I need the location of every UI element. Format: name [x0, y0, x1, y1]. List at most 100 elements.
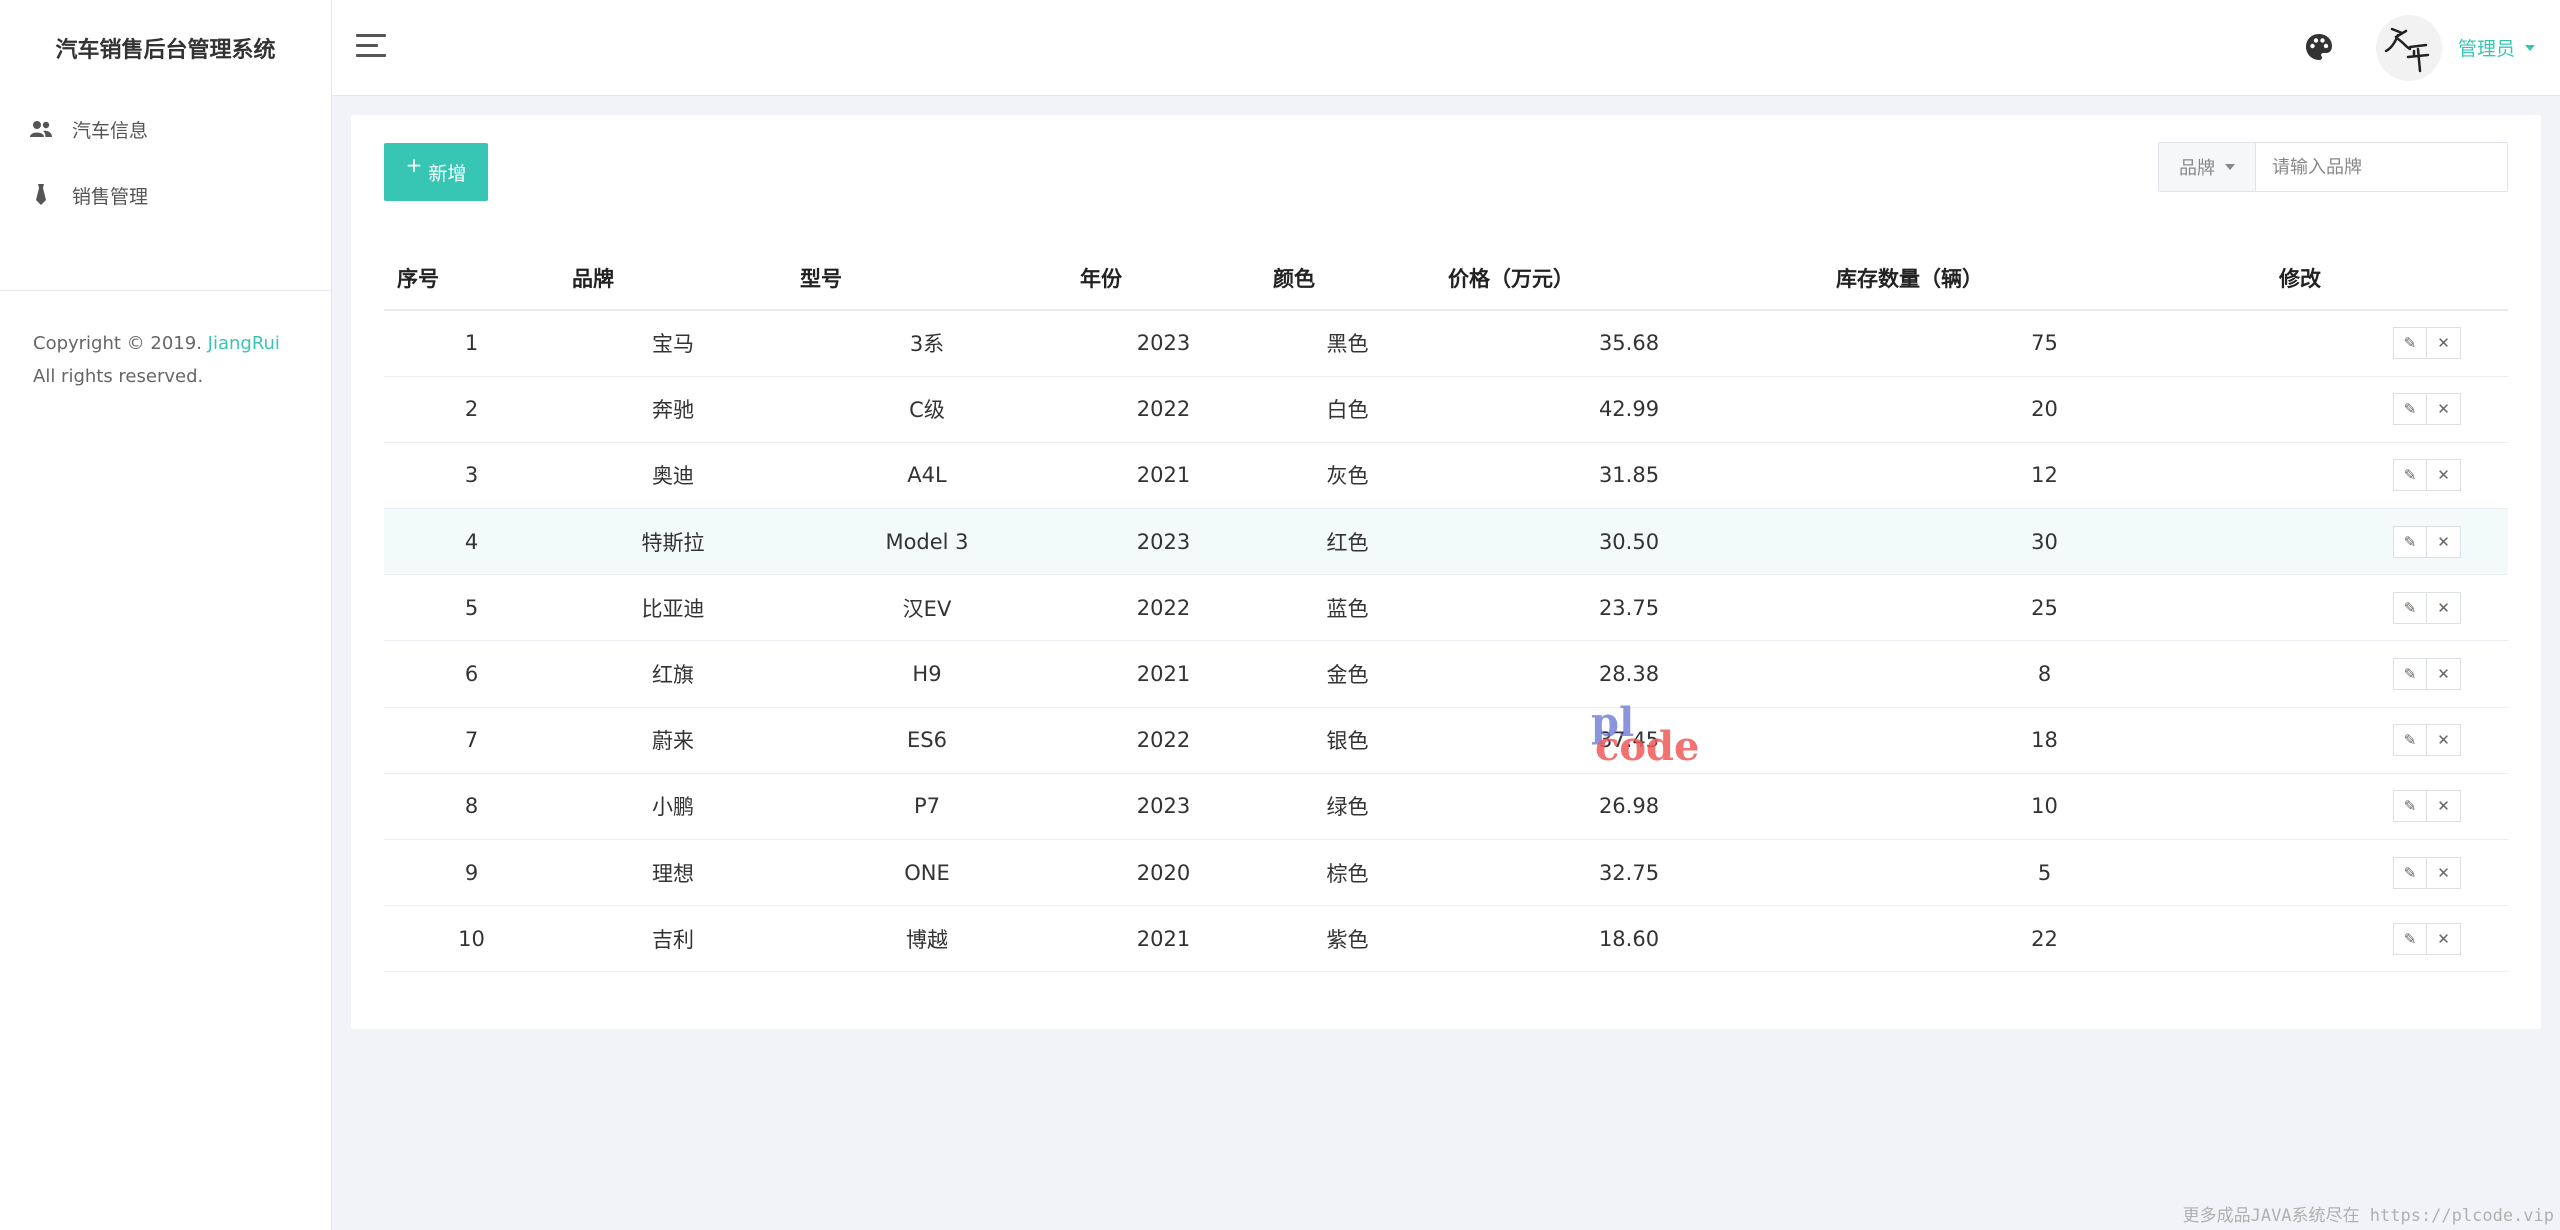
table-header-row: 序号 品牌 型号 年份 颜色 价格（万元） 库存数量（辆） 修改: [384, 246, 2508, 311]
cell-no: 6: [384, 640, 559, 708]
pencil-icon[interactable]: ✎: [2393, 591, 2427, 624]
cell-model: 汉EV: [787, 574, 1067, 642]
cell-stock: 75: [1823, 310, 2266, 377]
palette-icon[interactable]: [2304, 32, 2334, 62]
sidebar-item-label: 汽车信息: [72, 119, 149, 142]
table-row: 4 特斯拉 Model 3 2023 红色 30.50 30 ✎ ✕: [384, 508, 2508, 576]
close-icon[interactable]: ✕: [2427, 856, 2461, 889]
cell-price: 31.85: [1435, 442, 1823, 510]
cell-color: 灰色: [1260, 442, 1435, 510]
table-row: 6 红旗 H9 2021 金色 28.38 8 ✎ ✕: [384, 640, 2508, 708]
chevron-down-icon: [2225, 164, 2235, 170]
cell-brand: 小鹏: [559, 773, 787, 841]
menu-toggle-icon[interactable]: [356, 34, 386, 60]
cell-brand: 理想: [559, 839, 787, 907]
pencil-icon[interactable]: ✎: [2393, 393, 2427, 426]
pencil-icon[interactable]: ✎: [2393, 525, 2427, 558]
pencil-icon[interactable]: ✎: [2393, 459, 2427, 492]
table-row: 9 理想 ONE 2020 棕色 32.75 5 ✎ ✕: [384, 839, 2508, 907]
cell-actions: ✎ ✕: [2266, 839, 2508, 907]
cell-brand: 蔚来: [559, 707, 787, 774]
sidebar-item-sales[interactable]: 销售管理: [0, 162, 331, 228]
close-icon[interactable]: ✕: [2427, 327, 2461, 360]
cell-no: 3: [384, 442, 559, 510]
cell-no: 7: [384, 707, 559, 774]
add-button[interactable]: + 新增: [384, 143, 488, 201]
cell-stock: 20: [1823, 376, 2266, 443]
row-actions: ✎ ✕: [2266, 922, 2508, 955]
close-icon[interactable]: ✕: [2427, 591, 2461, 624]
cell-no: 1: [384, 310, 559, 377]
row-actions: ✎ ✕: [2266, 525, 2508, 558]
copyright: Copyright © 2019. JiangRui All rights re…: [0, 291, 331, 393]
cell-actions: ✎ ✕: [2266, 310, 2508, 377]
column-header[interactable]: 价格（万元）: [1435, 246, 1823, 311]
cell-price: 18.60: [1435, 905, 1823, 973]
cell-model: ONE: [787, 839, 1067, 907]
close-icon[interactable]: ✕: [2427, 525, 2461, 558]
close-icon[interactable]: ✕: [2427, 724, 2461, 757]
search-input[interactable]: [2256, 143, 2507, 191]
copyright-link[interactable]: JiangRui: [208, 333, 280, 354]
pencil-icon[interactable]: ✎: [2393, 658, 2427, 691]
column-header[interactable]: 型号: [787, 246, 1067, 311]
column-header[interactable]: 库存数量（辆）: [1823, 246, 2266, 311]
cell-brand: 奥迪: [559, 442, 787, 510]
cell-model: Model 3: [787, 508, 1067, 576]
cell-model: H9: [787, 640, 1067, 708]
cell-price: 42.99: [1435, 376, 1823, 443]
search-field-select[interactable]: 品牌: [2159, 143, 2256, 191]
cell-color: 棕色: [1260, 839, 1435, 907]
table-row: 1 宝马 3系 2023 黑色 35.68 75 ✎ ✕: [384, 310, 2508, 377]
cell-stock: 10: [1823, 773, 2266, 841]
row-actions: ✎ ✕: [2266, 856, 2508, 889]
cell-color: 白色: [1260, 376, 1435, 443]
cell-no: 4: [384, 508, 559, 576]
avatar[interactable]: [2376, 15, 2442, 81]
cell-stock: 18: [1823, 707, 2266, 774]
cell-model: 博越: [787, 905, 1067, 973]
pencil-icon[interactable]: ✎: [2393, 856, 2427, 889]
user-menu[interactable]: 管理员: [2458, 34, 2536, 61]
top-header: 管理员: [332, 0, 2560, 96]
pencil-icon[interactable]: ✎: [2393, 327, 2427, 360]
row-actions: ✎ ✕: [2266, 658, 2508, 691]
cell-no: 8: [384, 773, 559, 841]
close-icon[interactable]: ✕: [2427, 459, 2461, 492]
row-actions: ✎ ✕: [2266, 724, 2508, 757]
close-icon[interactable]: ✕: [2427, 658, 2461, 691]
column-header[interactable]: 年份: [1067, 246, 1260, 311]
content-card: + 新增 品牌 序号 品牌 型号 年份 颜色 价格（万元） 库存数量（辆） 修改: [351, 115, 2541, 1029]
column-header[interactable]: 序号: [384, 246, 559, 311]
cell-model: P7: [787, 773, 1067, 841]
cell-actions: ✎ ✕: [2266, 376, 2508, 443]
cell-year: 2023: [1067, 310, 1260, 377]
cell-actions: ✎ ✕: [2266, 442, 2508, 510]
close-icon[interactable]: ✕: [2427, 922, 2461, 955]
car-table: 序号 品牌 型号 年份 颜色 价格（万元） 库存数量（辆） 修改 1 宝马 3系 20…: [384, 246, 2508, 973]
sidebar-item-car-info[interactable]: 汽车信息: [0, 96, 331, 162]
pencil-icon[interactable]: ✎: [2393, 922, 2427, 955]
watermark-logo: pl code: [1591, 703, 1699, 783]
users-icon: [30, 118, 52, 140]
row-actions: ✎ ✕: [2266, 591, 2508, 624]
pencil-icon[interactable]: ✎: [2393, 790, 2427, 823]
column-header[interactable]: 品牌: [559, 246, 787, 311]
copyright-suffix: All rights reserved.: [33, 366, 204, 387]
close-icon[interactable]: ✕: [2427, 790, 2461, 823]
column-header[interactable]: 颜色: [1260, 246, 1435, 311]
pencil-icon[interactable]: ✎: [2393, 724, 2427, 757]
cell-stock: 30: [1823, 508, 2266, 576]
column-header[interactable]: 修改: [2266, 246, 2508, 311]
row-actions: ✎ ✕: [2266, 327, 2508, 360]
cell-brand: 红旗: [559, 640, 787, 708]
cell-actions: ✎ ✕: [2266, 574, 2508, 642]
cell-price: 26.98: [1435, 773, 1823, 841]
cell-no: 5: [384, 574, 559, 642]
row-actions: ✎ ✕: [2266, 393, 2508, 426]
table-row: 5 比亚迪 汉EV 2022 蓝色 23.75 25 ✎ ✕: [384, 574, 2508, 642]
close-icon[interactable]: ✕: [2427, 393, 2461, 426]
cell-price: 23.75: [1435, 574, 1823, 642]
cell-brand: 比亚迪: [559, 574, 787, 642]
cell-model: ES6: [787, 707, 1067, 774]
